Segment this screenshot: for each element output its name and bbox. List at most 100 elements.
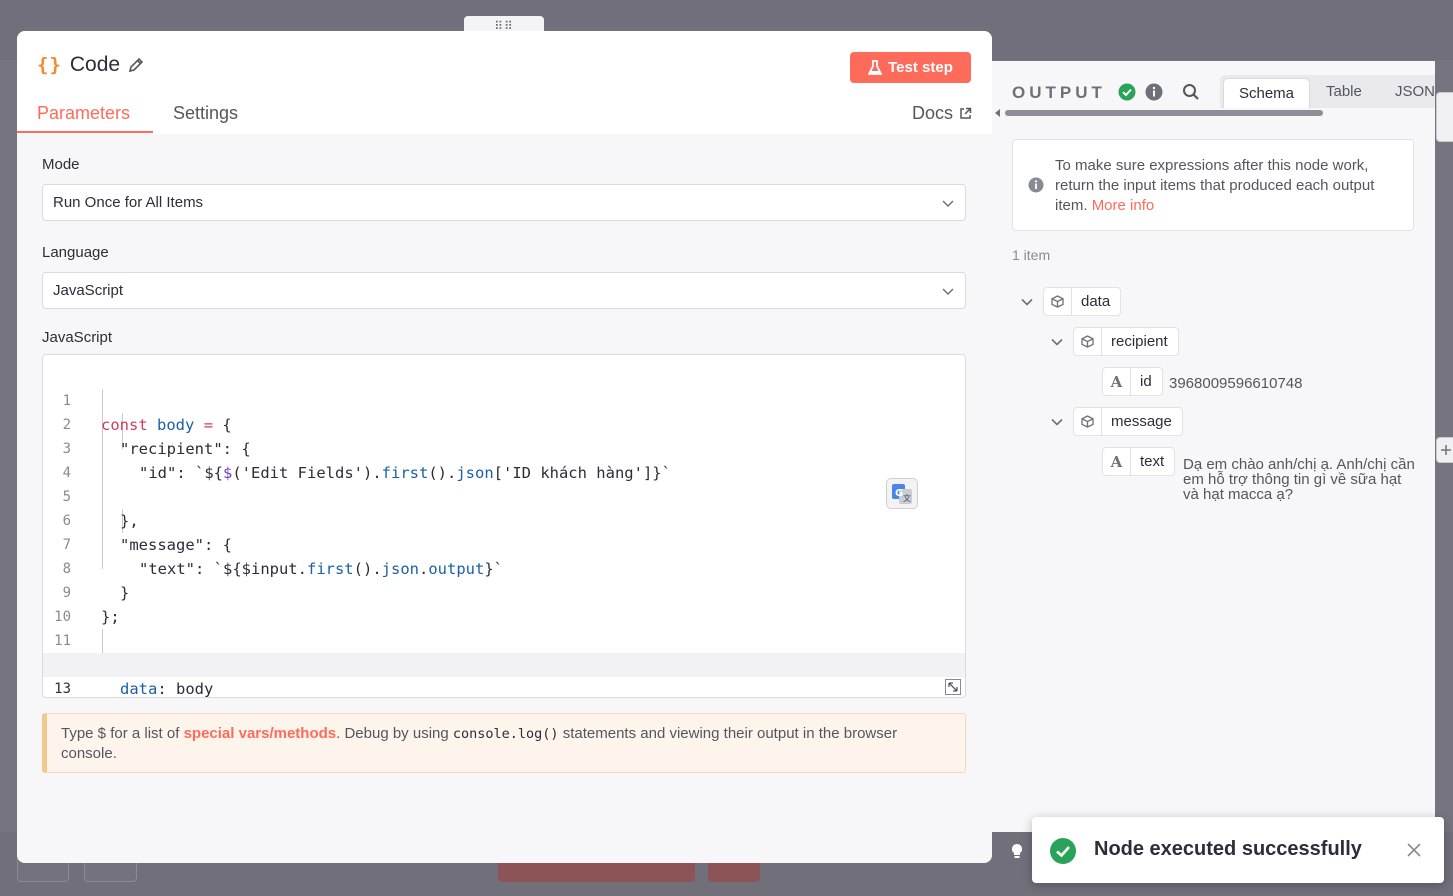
output-note: To make sure expressions after this node…	[1012, 139, 1414, 231]
output-panel: OUTPUT Schema Table JSON To make sure ex…	[992, 61, 1435, 832]
panel-header: {} Code Test step Parameters Settings Do…	[17, 31, 992, 134]
mode-label: Mode	[42, 156, 80, 173]
string-type-icon: A	[1103, 368, 1131, 395]
schema-value: Dạ em chào anh/chị ạ. Anh/chị cần em hỗ …	[1183, 456, 1415, 503]
cube-icon	[1074, 408, 1102, 435]
code-line: 2 "recipient": {	[43, 389, 965, 458]
schema-pill: message	[1073, 407, 1183, 436]
docs-label: Docs	[911, 103, 953, 123]
hint-text: . Debug by using	[336, 725, 453, 742]
chevron-down-icon	[942, 287, 954, 295]
schema-node-text: A text	[1102, 447, 1176, 476]
code-line: 9 };	[43, 557, 965, 626]
schema-key: text	[1140, 453, 1165, 470]
line-number: 13	[54, 681, 71, 697]
test-step-button[interactable]: Test step	[850, 52, 971, 83]
string-type-icon: A	[1103, 448, 1131, 475]
search-icon[interactable]	[1182, 83, 1200, 101]
toast-message: Node executed successfully	[1094, 838, 1362, 860]
schema-node-recipient[interactable]: recipient	[1050, 327, 1179, 356]
language-select[interactable]: JavaScript	[42, 272, 966, 309]
schema-pill: A text	[1102, 447, 1176, 476]
parameters-body: Mode Run Once for All Items Language Jav…	[17, 134, 992, 863]
tab-json[interactable]: JSON	[1395, 75, 1435, 108]
schema-key: recipient	[1111, 333, 1168, 350]
schema-node-message[interactable]: message	[1050, 407, 1183, 436]
tabs-scrollbar[interactable]	[995, 109, 1430, 117]
node-tabs: Parameters Settings Docs	[17, 95, 992, 135]
language-label: Language	[42, 244, 109, 261]
success-check-icon	[1118, 83, 1136, 101]
flask-icon	[868, 59, 883, 75]
code-line: 5 },	[43, 461, 965, 530]
schema-key: data	[1081, 293, 1111, 310]
code-line: 7 "text": `${$input.first().json.output}…	[43, 509, 965, 578]
mode-select-value: Run Once for All Items	[53, 194, 204, 211]
chevron-down-icon[interactable]	[1020, 295, 1034, 309]
cube-icon	[1044, 288, 1072, 315]
schema-value: 3968009596610748	[1169, 375, 1303, 392]
output-view-tabs: Schema Table JSON	[1220, 75, 1435, 108]
info-icon	[1028, 177, 1044, 193]
add-node-edge-button[interactable]	[1436, 437, 1453, 463]
schema-key: id	[1140, 373, 1152, 390]
mode-select[interactable]: Run Once for All Items	[42, 184, 966, 221]
code-line: 3 "id": `${$('Edit Fields').first().json…	[43, 413, 965, 482]
more-info-link[interactable]: More info	[1092, 197, 1155, 214]
active-tab-indicator	[17, 131, 153, 133]
schema-pill: A id	[1102, 367, 1163, 396]
success-toast: Node executed successfully	[1032, 817, 1444, 883]
schema-key: message	[1111, 413, 1172, 430]
tab-schema[interactable]: Schema	[1223, 78, 1310, 108]
code-editor[interactable]: 1 const body = { 2 "recipient": { 3 "id"…	[42, 354, 966, 698]
scroll-left-icon[interactable]	[995, 109, 1001, 117]
schema-node-data[interactable]: data	[1020, 287, 1122, 316]
item-count: 1 item	[1012, 247, 1051, 263]
code-line: 4	[43, 437, 965, 481]
pencil-icon[interactable]	[128, 57, 144, 73]
schema-pill: recipient	[1073, 327, 1179, 356]
console-log-code: console.log()	[452, 726, 559, 742]
docs-link[interactable]: Docs	[912, 103, 972, 124]
code-line: 8 }	[43, 533, 965, 602]
right-edge-panel	[1436, 92, 1453, 142]
close-icon[interactable]	[1407, 843, 1421, 857]
expand-editor-icon[interactable]	[945, 679, 961, 695]
code-line: 6 "message": {	[43, 485, 965, 554]
tab-parameters[interactable]: Parameters	[37, 103, 130, 124]
node-title-text[interactable]: Code	[70, 53, 120, 77]
braces-icon: {}	[37, 54, 62, 76]
chevron-down-icon[interactable]	[1050, 335, 1064, 349]
info-icon[interactable]	[1145, 83, 1163, 101]
external-link-icon	[960, 107, 972, 119]
code-node-panel: {} Code Test step Parameters Settings Do…	[17, 31, 992, 863]
plus-icon	[1441, 445, 1451, 455]
code-line: 12 data: body	[43, 629, 965, 697]
lightbulb-icon[interactable]	[1010, 843, 1024, 859]
code-line: 1 const body = {	[43, 365, 965, 434]
schema-pill: data	[1043, 287, 1122, 316]
language-select-value: JavaScript	[53, 282, 124, 299]
scrollbar-thumb[interactable]	[1005, 110, 1323, 116]
node-title: {} Code	[37, 53, 144, 77]
special-vars-link[interactable]: special vars/methods	[184, 725, 337, 742]
success-check-icon	[1050, 838, 1076, 864]
chevron-down-icon	[942, 199, 954, 207]
code-line-active: 13 };	[43, 653, 965, 697]
code-label: JavaScript	[42, 329, 113, 346]
test-step-label: Test step	[888, 59, 953, 76]
code-hint: Type $ for a list of special vars/method…	[42, 713, 966, 773]
schema-node-id: A id	[1102, 367, 1163, 396]
code-line: 10	[43, 581, 965, 625]
hint-text: Type $ for a list of	[61, 725, 184, 742]
tab-settings[interactable]: Settings	[173, 103, 238, 124]
code-text: data: body	[120, 680, 214, 698]
tab-table[interactable]: Table	[1326, 75, 1362, 108]
svg-text:G: G	[895, 488, 903, 499]
code-line: 11 return {	[43, 605, 965, 674]
cube-icon	[1074, 328, 1102, 355]
translate-icon[interactable]: G 文	[886, 478, 918, 509]
output-label: OUTPUT	[1012, 83, 1106, 102]
chevron-down-icon[interactable]	[1050, 415, 1064, 429]
svg-text:文: 文	[903, 493, 911, 503]
